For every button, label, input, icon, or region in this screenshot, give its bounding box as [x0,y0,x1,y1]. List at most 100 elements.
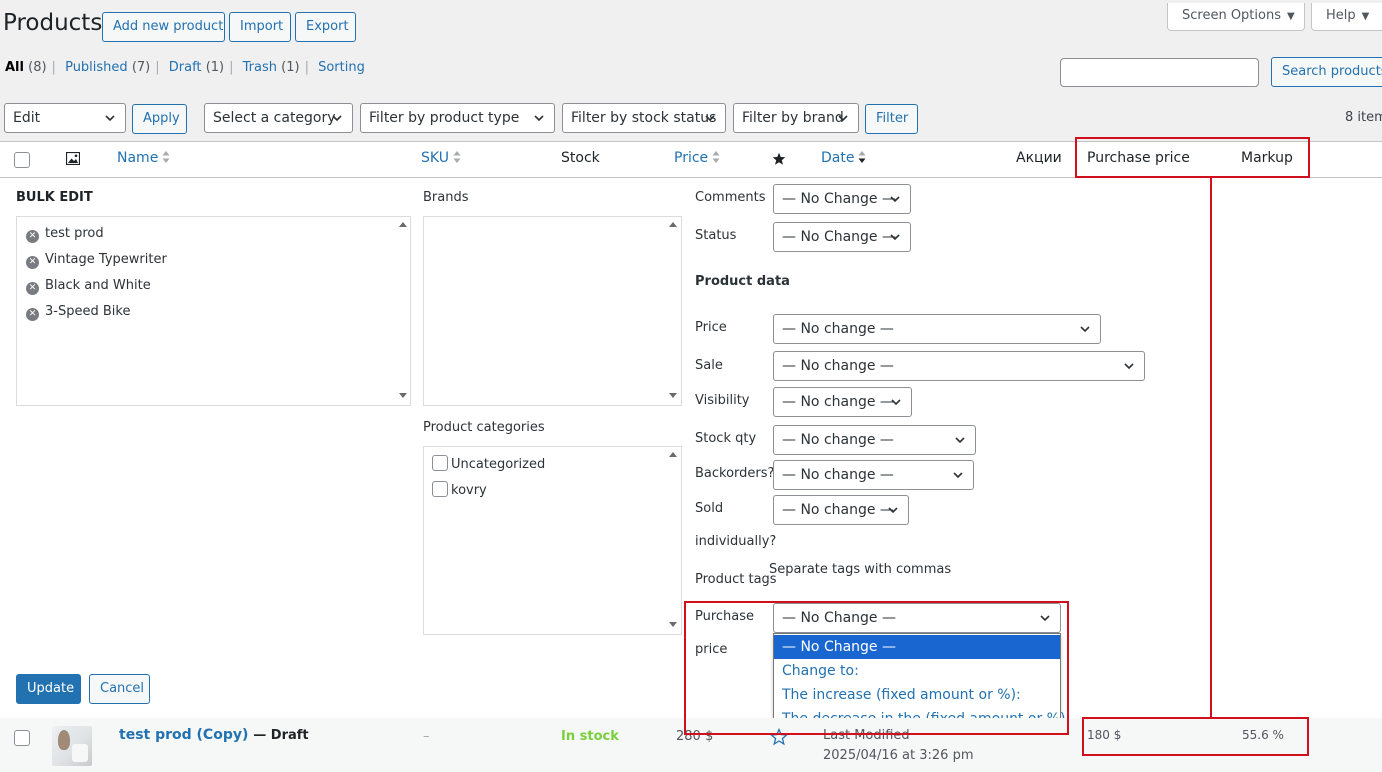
category-item[interactable]: Uncategorized [432,455,545,472]
highlight-connector-line [1210,178,1212,718]
status-value: — No Change — [782,229,896,245]
sort-icon [162,151,170,163]
view-draft[interactable]: Draft [169,60,202,75]
category-label: Uncategorized [451,457,546,472]
view-filters: All (8) | Published (7) | Draft (1) | Trash… [5,60,365,75]
visibility-select[interactable]: — No change — [773,387,912,417]
price-label: Price [695,320,727,335]
column-price[interactable]: Price [674,150,720,166]
chevron-down-icon [105,115,115,122]
scroll-up-icon[interactable] [669,222,677,227]
remove-item-icon[interactable]: ✕ [26,230,39,243]
search-input[interactable] [1060,58,1259,87]
chevron-down-icon [890,196,900,203]
update-button[interactable]: Update [16,674,81,704]
product-name[interactable]: test prod (Copy) — Draft [119,727,309,743]
status-label: Status [695,228,737,243]
view-separator: | [51,60,56,75]
comments-select[interactable]: — No Change — [773,184,911,214]
product-categories-label: Product categories [423,420,545,435]
export-button[interactable]: Export [295,12,356,42]
chevron-down-icon [888,507,898,514]
stock-qty-select[interactable]: — No change — [773,425,976,455]
sold-individually-label: Sold [695,501,724,516]
product-type-filter-select[interactable]: Filter by product type [360,103,555,133]
import-button[interactable]: Import [229,12,291,42]
view-all[interactable]: All [5,60,24,75]
remove-item-icon[interactable]: ✕ [26,256,39,269]
view-sorting[interactable]: Sorting [318,60,365,75]
remove-item-icon[interactable]: ✕ [26,308,39,321]
featured-star-icon[interactable] [772,152,786,166]
view-published[interactable]: Published [65,60,128,75]
column-date[interactable]: Date [821,150,866,166]
bulk-action-value: Edit [13,110,41,126]
category-label: kovry [451,483,487,498]
sold-individually-label-line2: individually? [695,534,777,549]
category-item[interactable]: kovry [432,481,487,498]
chevron-down-icon [1080,326,1090,333]
screen-options-tab[interactable]: Screen Options ▼ [1167,3,1305,31]
scroll-down-icon[interactable] [399,393,407,398]
brand-filter-select[interactable]: Filter by brand [733,103,859,133]
price-select[interactable]: — No change — [773,314,1101,344]
product-name-link[interactable]: test prod (Copy) [119,727,248,743]
column-name[interactable]: Name [117,150,170,166]
product-date: 2025/04/16 at 3:26 pm [823,748,974,763]
scroll-up-icon[interactable] [669,452,677,457]
scroll-up-icon[interactable] [399,222,407,227]
category-checkbox[interactable] [432,481,448,497]
scroll-down-icon[interactable] [669,622,677,627]
column-sku[interactable]: SKU [421,150,461,166]
backorders-value: — No change — [782,467,894,483]
row-checkbox[interactable] [14,730,30,746]
sale-select[interactable]: — No change — [773,351,1145,381]
list-item: ✕ Black and White [26,278,151,295]
category-filter-select[interactable]: Select a category [204,103,353,133]
column-sku-label: SKU [421,150,449,166]
stock-qty-label: Stock qty [695,431,757,446]
view-draft-count: (1) [205,60,225,75]
brands-label: Brands [423,190,469,205]
chevron-down-icon [955,437,965,444]
bulk-action-select[interactable]: Edit [4,103,126,133]
product-categories-list[interactable] [423,446,682,635]
price-value: — No change — [782,321,894,337]
help-tab[interactable]: Help ▼ [1311,3,1382,31]
search-products-button[interactable]: Search products [1271,57,1382,87]
page-title: Products [3,10,103,36]
view-separator: | [304,60,309,75]
select-all-checkbox[interactable] [14,152,30,168]
category-checkbox[interactable] [432,455,448,471]
remove-item-icon[interactable]: ✕ [26,282,39,295]
add-new-product-button[interactable]: Add new product [102,12,225,42]
scroll-down-icon[interactable] [669,393,677,398]
sort-icon [712,151,720,163]
help-label: Help [1326,8,1356,23]
status-select[interactable]: — No Change — [773,222,911,252]
comments-value: — No Change — [782,191,896,207]
filter-button[interactable]: Filter [865,104,918,134]
product-thumbnail[interactable] [52,726,92,766]
view-published-count: (7) [131,60,151,75]
image-icon [66,152,80,165]
stock-status-filter-select[interactable]: Filter by stock status [562,103,726,133]
backorders-label: Backorders? [695,466,775,481]
visibility-value: — No change — [782,394,894,410]
list-item-label: 3-Speed Bike [45,304,131,319]
category-filter-value: Select a category [213,110,336,126]
view-trash[interactable]: Trash [243,60,277,75]
list-item: ✕ Vintage Typewriter [26,252,167,269]
brand-filter-value: Filter by brand [742,110,844,126]
sold-individually-select[interactable]: — No change — [773,495,909,525]
highlight-box-purchase-price [684,601,1069,735]
brands-list[interactable] [423,216,682,406]
chevron-down-icon [534,115,544,122]
visibility-label: Visibility [695,393,750,408]
cancel-button[interactable]: Cancel [89,674,150,704]
backorders-select[interactable]: — No change — [773,460,974,490]
chevron-down-icon [332,115,342,122]
apply-button[interactable]: Apply [132,104,187,134]
chevron-down-icon [891,399,901,406]
column-name-label: Name [117,150,159,166]
